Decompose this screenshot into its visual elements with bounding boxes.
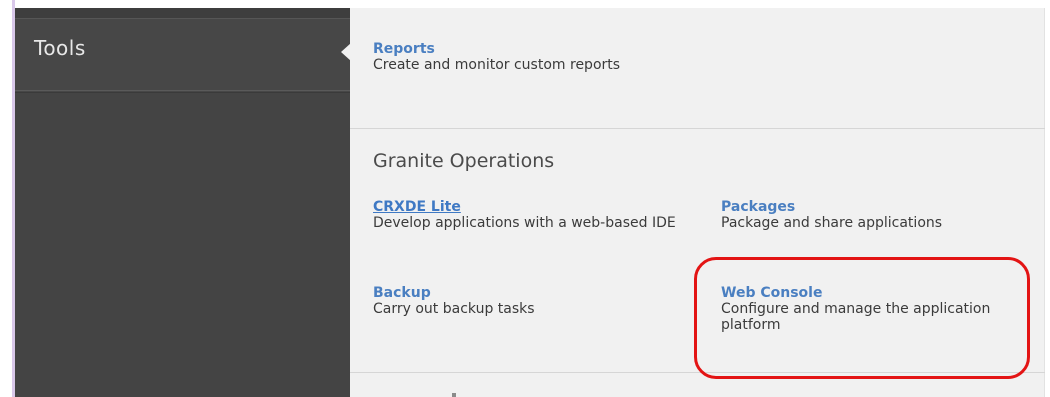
sidebar-top-bar xyxy=(15,8,350,19)
tool-title[interactable]: Web Console xyxy=(721,285,1021,301)
tool-title[interactable]: Reports xyxy=(373,41,693,57)
section-divider xyxy=(350,372,1045,373)
tool-packages[interactable]: Packages Package and share applications xyxy=(721,199,1021,231)
tool-description: Configure and manage the application pla… xyxy=(721,301,991,333)
sidebar-item-label: Tools xyxy=(34,36,86,60)
tool-reports[interactable]: Reports Create and monitor custom report… xyxy=(373,41,693,73)
section-title: Granite Operations xyxy=(373,150,555,172)
next-section-title-fragment xyxy=(452,393,456,397)
tool-backup[interactable]: Backup Carry out backup tasks xyxy=(373,285,693,317)
tool-web-console[interactable]: Web Console Configure and manage the app… xyxy=(721,285,1021,333)
tool-crxde-lite[interactable]: CRXDE Lite Develop applications with a w… xyxy=(373,199,703,231)
tool-description: Carry out backup tasks xyxy=(373,301,535,317)
section-divider xyxy=(350,128,1045,129)
tool-description: Create and monitor custom reports xyxy=(373,57,621,73)
sidebar-empty-area xyxy=(15,92,350,397)
tool-description: Develop applications with a web-based ID… xyxy=(373,215,676,231)
sidebar-item-tools[interactable]: Tools xyxy=(15,20,350,91)
tool-title[interactable]: Packages xyxy=(721,199,1021,215)
tool-title[interactable]: Backup xyxy=(373,285,693,301)
main-content: Reports Create and monitor custom report… xyxy=(350,8,1045,397)
sidebar: Tools xyxy=(15,8,350,397)
tool-description: Package and share applications xyxy=(721,215,943,231)
app-shell: Tools Reports Create and monitor custom … xyxy=(0,0,1050,397)
tool-title[interactable]: CRXDE Lite xyxy=(373,199,703,215)
